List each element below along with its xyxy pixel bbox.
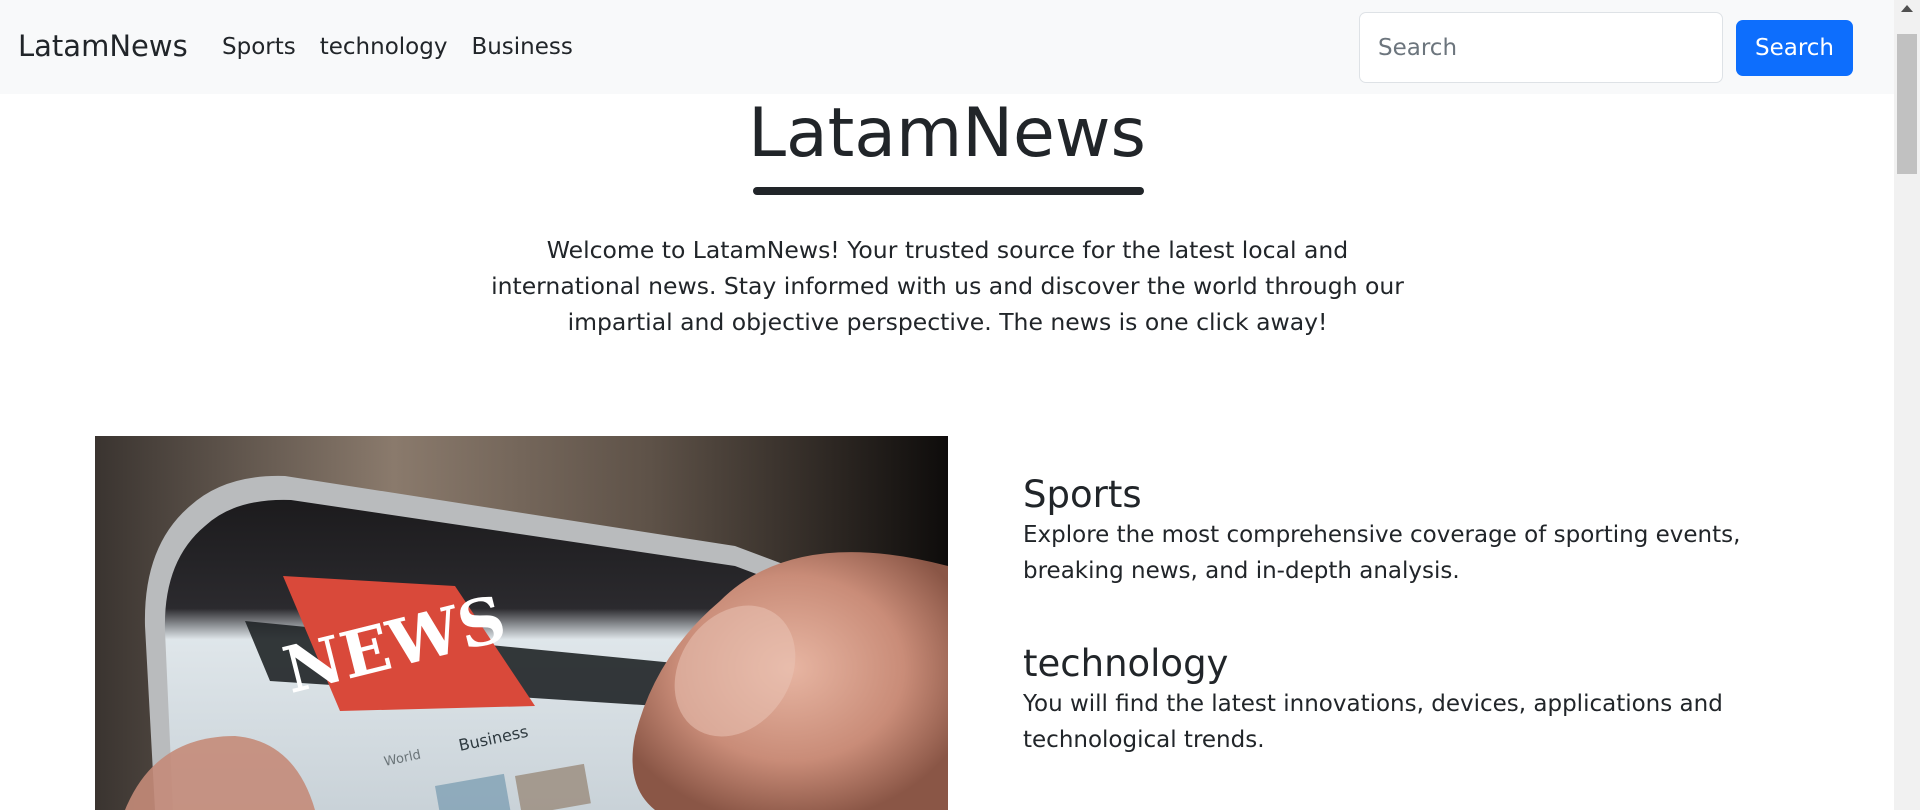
scroll-up-arrow-icon[interactable]: [1901, 5, 1913, 12]
page-title: LatamNews: [748, 94, 1146, 173]
nav-link-sports[interactable]: Sports: [222, 31, 296, 63]
scrollbar[interactable]: [1894, 0, 1920, 810]
welcome-text: Welcome to LatamNews! Your trusted sourc…: [491, 236, 1404, 336]
feature-image: NEWS World Business: [95, 436, 948, 810]
nav-links: Sports technology Business: [222, 31, 573, 63]
phone-news-illustration: NEWS World Business: [95, 436, 948, 810]
title-underline: [753, 187, 1144, 195]
nav-link-business[interactable]: Business: [471, 31, 572, 63]
page: LatamNews Sports technology Business Sea…: [0, 0, 1920, 810]
category-title: technology: [1023, 642, 1229, 685]
category-description: Explore the most comprehensive coverage …: [1023, 522, 1741, 584]
category-description: You will find the latest innovations, de…: [1023, 691, 1723, 753]
scrollbar-thumb[interactable]: [1897, 34, 1917, 174]
category-sports: Sports Explore the most comprehensive co…: [1023, 473, 1763, 589]
search-input[interactable]: [1359, 12, 1723, 83]
category-title: Sports: [1023, 473, 1142, 516]
category-technology: technology You will find the latest inno…: [1023, 642, 1763, 758]
search-button[interactable]: Search: [1736, 20, 1853, 76]
navbar: LatamNews Sports technology Business Sea…: [0, 0, 1894, 94]
brand-link[interactable]: LatamNews: [18, 26, 188, 66]
nav-link-technology[interactable]: technology: [320, 31, 448, 63]
